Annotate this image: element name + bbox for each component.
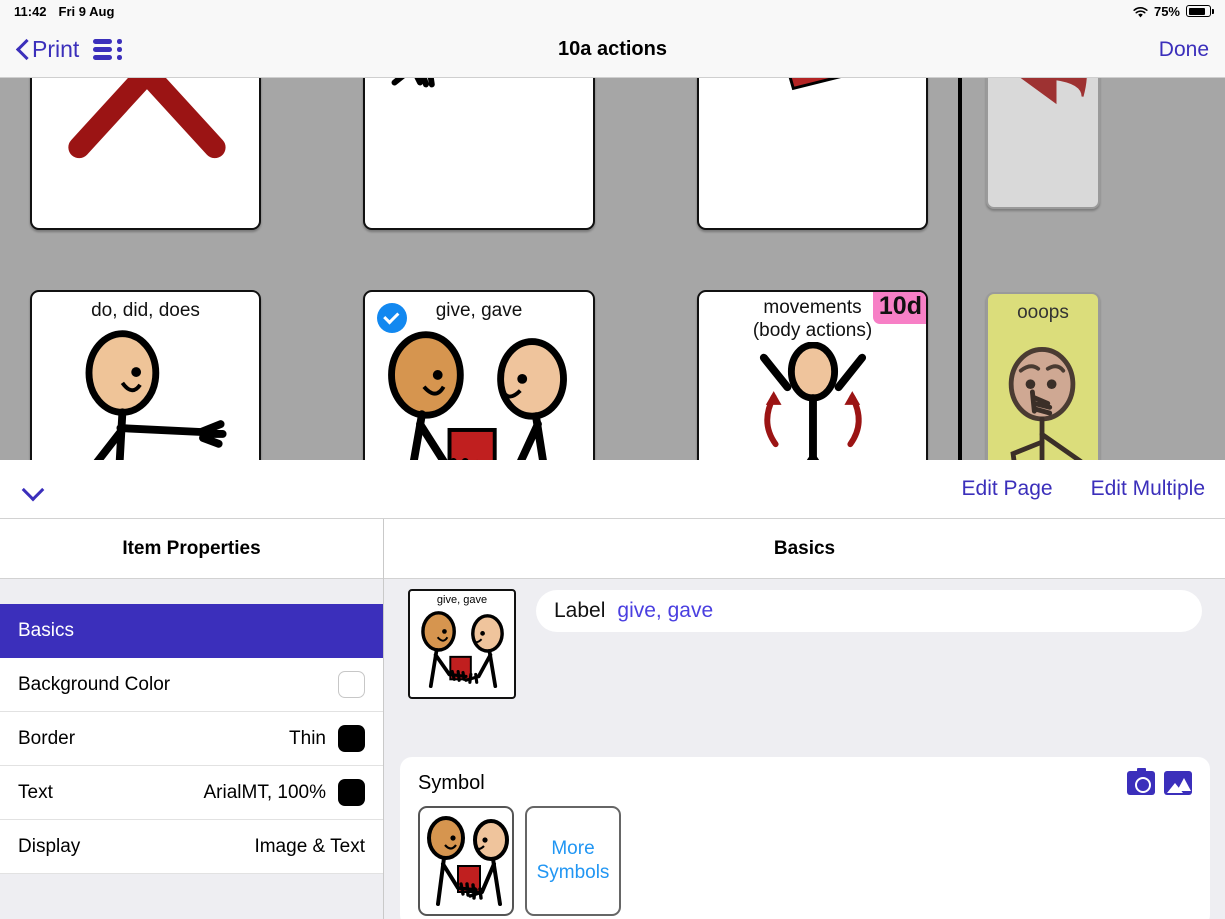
stick-figure-arrows-art <box>759 342 867 460</box>
status-bar-right: 75% <box>1133 3 1214 19</box>
sidebar-cell-ooops[interactable]: ooops <box>986 292 1100 460</box>
property-row-display[interactable]: Display Image & Text <box>0 820 383 874</box>
board-cell[interactable]: 10d movements (body actions) <box>697 290 928 460</box>
item-preview-thumbnail[interactable]: give, gave <box>408 589 516 699</box>
board-cell[interactable] <box>697 78 928 230</box>
back-button-label: Print <box>32 36 80 62</box>
board-cell[interactable] <box>30 78 261 230</box>
board-divider <box>958 78 962 460</box>
property-value: Image & Text <box>254 835 365 857</box>
battery-percent: 75% <box>1153 3 1180 19</box>
status-bar-left: 11:42 Fri 9 Aug <box>14 4 114 19</box>
property-label: Text <box>18 781 53 803</box>
edit-page-button[interactable]: Edit Page <box>962 477 1053 501</box>
status-bar: 11:42 Fri 9 Aug 75% <box>0 0 1225 22</box>
label-input-key: Label <box>554 599 606 622</box>
board-cell[interactable]: do, did, does <box>30 290 261 460</box>
figure-hand-over-mouth-art <box>1008 347 1083 460</box>
battery-icon <box>1186 5 1214 17</box>
chevron-left-icon <box>16 39 29 61</box>
item-properties-panel: Item Properties Basics Background Color … <box>0 519 384 919</box>
chevron-down-icon[interactable] <box>20 476 46 502</box>
property-row-border[interactable]: Border Thin <box>0 712 383 766</box>
property-value: ArialMT, 100% <box>203 781 327 803</box>
board-cell[interactable]: give, gave <box>363 290 595 460</box>
hands-red-card-art <box>788 78 842 91</box>
color-swatch-black[interactable] <box>338 779 365 806</box>
back-button[interactable]: Print <box>16 36 79 63</box>
panel-filler <box>0 874 383 919</box>
back-arrow-red-art <box>1020 78 1087 105</box>
property-label: Border <box>18 727 76 749</box>
board-cell[interactable]: $ <box>363 78 595 230</box>
property-label: Background Color <box>18 673 171 695</box>
panel-gap <box>0 579 383 604</box>
chevron-up-red-art <box>68 78 226 159</box>
person-money-exchange-art: $ <box>391 78 435 88</box>
edit-toolbar: Edit Page Edit Multiple <box>0 460 1225 519</box>
property-value: Thin <box>289 727 326 749</box>
page-title: 10a actions <box>558 38 667 60</box>
status-time: 11:42 <box>14 3 47 19</box>
symbol-thumbnail-selected[interactable] <box>418 806 514 916</box>
wifi-icon <box>1133 6 1148 17</box>
status-date: Fri 9 Aug <box>58 3 115 19</box>
more-symbols-button[interactable]: More Symbols <box>525 806 621 916</box>
two-figures-red-square-art <box>388 331 567 460</box>
property-row-basics[interactable]: Basics <box>0 604 383 658</box>
property-row-text[interactable]: Text ArialMT, 100% <box>0 766 383 820</box>
color-swatch-empty[interactable] <box>338 671 365 698</box>
item-preview-art <box>421 611 504 689</box>
board-grid: $ do, did, does <box>0 78 1225 460</box>
property-label: Display <box>18 835 81 857</box>
symbol-card: Symbol More Symbols <box>400 757 1210 919</box>
photo-icon[interactable] <box>1164 771 1192 795</box>
property-label: Basics <box>18 620 74 641</box>
app-root: 11:42 Fri 9 Aug 75% Print 10a actions Do… <box>0 0 1225 919</box>
item-properties-title: Item Properties <box>0 519 383 579</box>
property-row-background-color[interactable]: Background Color <box>0 658 383 712</box>
nav-left-group: Print <box>16 36 123 63</box>
list-icon[interactable] <box>93 39 123 61</box>
symbol-options-row: More Symbols <box>418 806 1192 916</box>
color-swatch-black[interactable] <box>338 725 365 752</box>
item-preview-caption: give, gave <box>436 594 488 606</box>
label-input-value: give, gave <box>617 599 714 622</box>
sidebar-cell-back[interactable] <box>986 78 1100 209</box>
sidebar-cell-label: ooops <box>1017 302 1069 323</box>
cell-badge: 10d <box>872 292 926 324</box>
symbol-card-actions <box>1127 768 1192 795</box>
stick-figure-pointing-art <box>85 330 227 460</box>
basics-title: Basics <box>384 519 1225 579</box>
nav-bar: Print 10a actions Done <box>0 22 1225 78</box>
camera-icon[interactable] <box>1127 768 1155 795</box>
done-button[interactable]: Done <box>1159 38 1209 62</box>
edit-multiple-button[interactable]: Edit Multiple <box>1091 477 1205 501</box>
symbol-thumbnail-art <box>427 816 509 906</box>
label-input[interactable]: Label give, gave <box>536 590 1202 632</box>
symbol-card-title: Symbol <box>418 771 485 794</box>
symbol-card-header: Symbol <box>418 768 1192 795</box>
